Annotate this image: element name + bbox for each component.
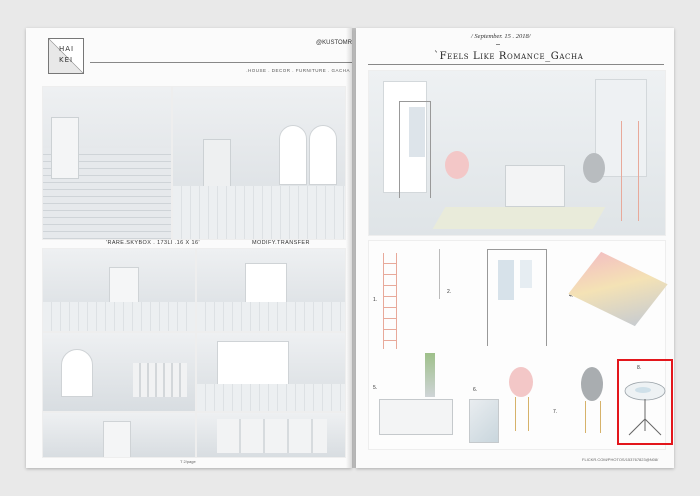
issue-date: / September. 15 . 2018/ <box>471 33 531 40</box>
page-title: `Feels Like Romance_Gacha <box>434 51 584 62</box>
item-number-1: 1. <box>373 297 378 303</box>
photo-staircase <box>42 86 172 240</box>
magazine-spread: HAI KEI @KUSTOMR .HOUSE . DECOR . FURNIT… <box>26 28 674 472</box>
mirror-icon <box>469 399 499 443</box>
logo-text-line1: HAI <box>59 45 75 53</box>
pink-chair-icon <box>509 367 533 397</box>
caption-skybox: 'RARE.SKYBOX . 173LI .16 X 16' <box>106 240 200 246</box>
flickr-link[interactable]: FLICKR.COM/PHOTOS/153767823@N08/ <box>582 457 658 462</box>
logo-text-line2: KEI <box>59 56 74 64</box>
left-page: HAI KEI @KUSTOMR .HOUSE . DECOR . FURNIT… <box>26 28 352 468</box>
photo-romance-room <box>368 70 666 236</box>
item-number-5: 5. <box>373 385 378 391</box>
caption-modify: MODIFY.TRANSFER <box>252 240 310 246</box>
date-dot <box>496 44 500 45</box>
photo-room-doors <box>42 248 196 332</box>
highlight-box <box>617 359 673 445</box>
haikei-logo: HAI KEI <box>48 38 84 74</box>
ladder-shelf-icon <box>383 253 397 349</box>
clothing-rack-icon <box>487 249 547 346</box>
header-rule <box>90 62 352 63</box>
item-catalog: 1. 2. 3. 4. 5. 6. 7. <box>368 240 673 450</box>
page-number: T 2/page <box>180 459 196 464</box>
tagline: .HOUSE . DECOR . FURNITURE . GACHA <box>246 68 350 73</box>
console-table-icon <box>379 399 453 435</box>
hanging-lamp-icon <box>439 249 440 299</box>
photo-panels <box>196 412 346 458</box>
right-page: / September. 15 . 2018/ `Feels Like Roma… <box>356 28 674 468</box>
item-number-6: 6. <box>473 387 478 393</box>
item-number-7: 7. <box>553 409 558 415</box>
grey-chair-icon <box>583 153 605 183</box>
pink-chair-icon <box>445 151 469 179</box>
grey-chair-icon <box>581 367 603 401</box>
rug-icon <box>568 251 668 327</box>
plant-icon <box>425 353 435 397</box>
photo-arched-windows <box>172 86 346 240</box>
title-rule <box>368 64 664 65</box>
photo-corridor <box>42 412 196 458</box>
photo-room-window <box>196 248 346 332</box>
item-number-2: 2. <box>447 289 452 295</box>
photo-large-window <box>196 332 346 412</box>
photo-balustrade <box>42 332 196 412</box>
